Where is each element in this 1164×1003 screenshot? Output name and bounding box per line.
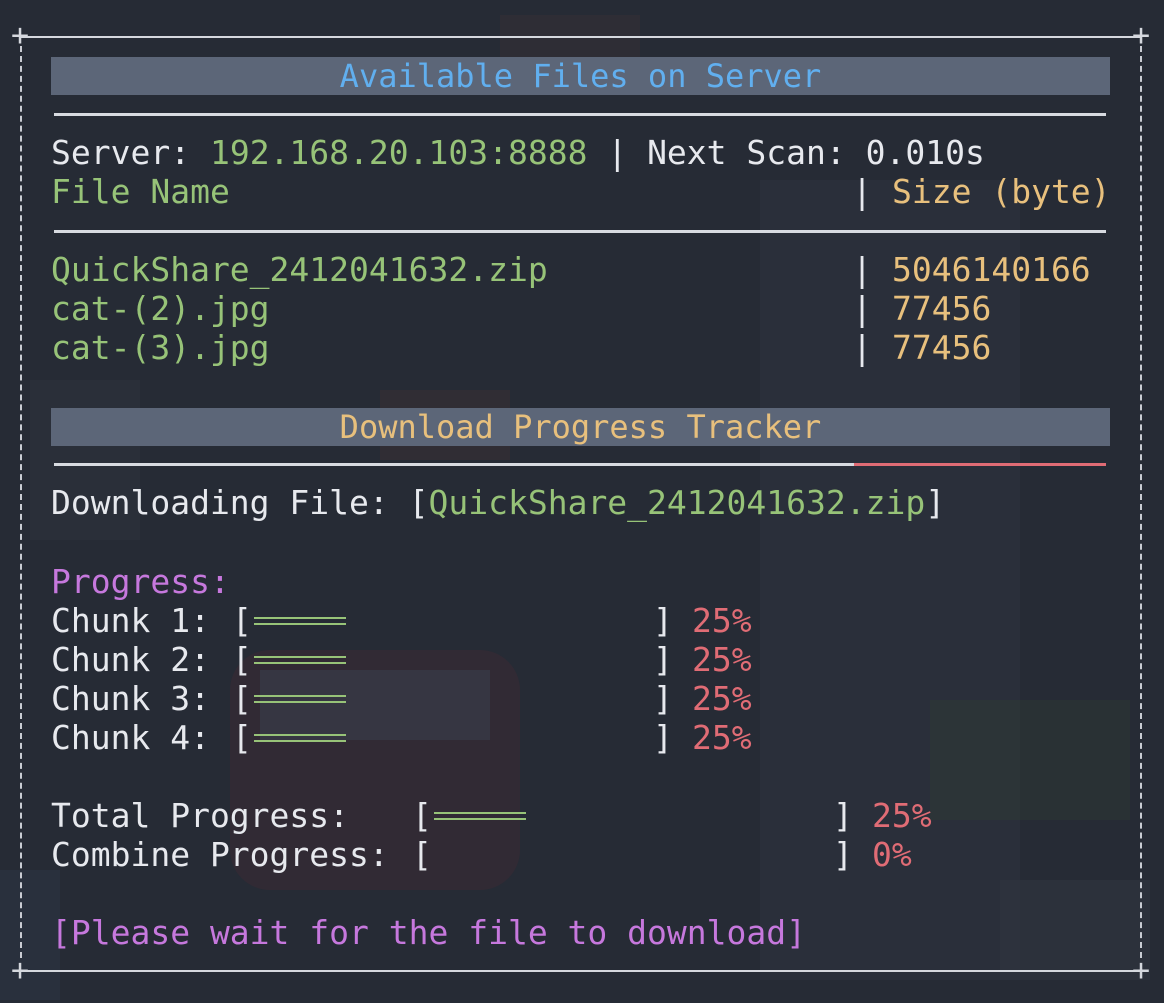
chunk-progress-bar [254, 617, 346, 625]
next-scan-label: Next Scan: [647, 133, 866, 172]
downloading-file-name: QuickShare_2412041632.zip [428, 483, 926, 522]
column-separator: | [852, 289, 872, 328]
files-table-divider [54, 230, 1106, 233]
chunk-percent: 25% [692, 718, 752, 757]
file-size: 77456 [892, 328, 992, 367]
file-size: 77456 [892, 289, 992, 328]
next-scan-value: 0.010s [865, 133, 985, 172]
bracket-close: ] [925, 483, 946, 522]
total-progress-label: Total Progress: [51, 796, 350, 835]
bracket-open: [ [408, 483, 429, 522]
progress-bracket-close: ] [653, 679, 673, 718]
chunk-progress-bar [254, 734, 346, 742]
chunk-progress-bar [254, 656, 346, 664]
chunk-percent: 25% [692, 601, 752, 640]
files-panel-divider [54, 113, 1106, 116]
downloading-label: Downloading File: [51, 483, 409, 522]
progress-bracket-open: [ [232, 601, 252, 640]
column-separator: | [852, 250, 872, 289]
progress-bracket-open: [ [232, 679, 252, 718]
chunk-label: Chunk 2: [51, 640, 210, 679]
frame-left-border [20, 46, 22, 958]
download-panel-title: Download Progress Tracker [51, 408, 1110, 446]
progress-bracket-close: ] [833, 835, 853, 874]
frame-corner-bottom-left: + [10, 953, 30, 988]
column-separator: | [852, 328, 872, 367]
total-progress-percent: 25% [872, 796, 932, 835]
combine-progress-label: Combine Progress: [51, 835, 389, 874]
frame-bottom-border [20, 970, 1142, 972]
progress-heading: Progress: [51, 562, 230, 601]
file-name: cat-(3).jpg [51, 328, 270, 367]
column-header-file-name: File Name [51, 172, 230, 211]
total-progress-bar [434, 812, 526, 820]
chunk-progress-bar [254, 695, 346, 703]
frame-right-border [1140, 46, 1142, 958]
chunk-label: Chunk 4: [51, 718, 210, 757]
status-separator: | [587, 133, 648, 172]
files-panel-title: Available Files on Server [51, 57, 1110, 95]
frame-corner-top-left: + [10, 18, 30, 53]
progress-bracket-open: [ [412, 835, 432, 874]
column-separator: | [852, 172, 872, 211]
file-size: 5046140166 [892, 250, 1091, 289]
server-label: Server: [51, 133, 210, 172]
progress-bracket-close: ] [653, 601, 673, 640]
progress-bracket-open: [ [232, 640, 252, 679]
file-name: cat-(2).jpg [51, 289, 270, 328]
chunk-percent: 25% [692, 679, 752, 718]
status-message: [Please wait for the file to download] [51, 913, 806, 952]
chunk-label: Chunk 3: [51, 679, 210, 718]
progress-bracket-close: ] [653, 718, 673, 757]
frame-corner-top-right: + [1131, 18, 1151, 53]
downloading-file-line: Downloading File: [QuickShare_2412041632… [51, 483, 945, 522]
combine-progress-percent: 0% [872, 835, 912, 874]
progress-bracket-open: [ [232, 718, 252, 757]
progress-bracket-close: ] [833, 796, 853, 835]
column-header-size: Size (byte) [892, 172, 1111, 211]
progress-bracket-open: [ [412, 796, 432, 835]
chunk-label: Chunk 1: [51, 601, 210, 640]
download-header-progress-remaining [854, 463, 1106, 466]
file-name: QuickShare_2412041632.zip [51, 250, 548, 289]
frame-corner-bottom-right: + [1131, 953, 1151, 988]
download-header-progress-rule [54, 463, 1106, 466]
chunk-percent: 25% [692, 640, 752, 679]
server-status-line: Server: 192.168.20.103:8888 | Next Scan:… [51, 133, 985, 172]
frame-top-border [20, 36, 1142, 38]
progress-bracket-close: ] [653, 640, 673, 679]
server-address: 192.168.20.103:8888 [209, 133, 588, 172]
